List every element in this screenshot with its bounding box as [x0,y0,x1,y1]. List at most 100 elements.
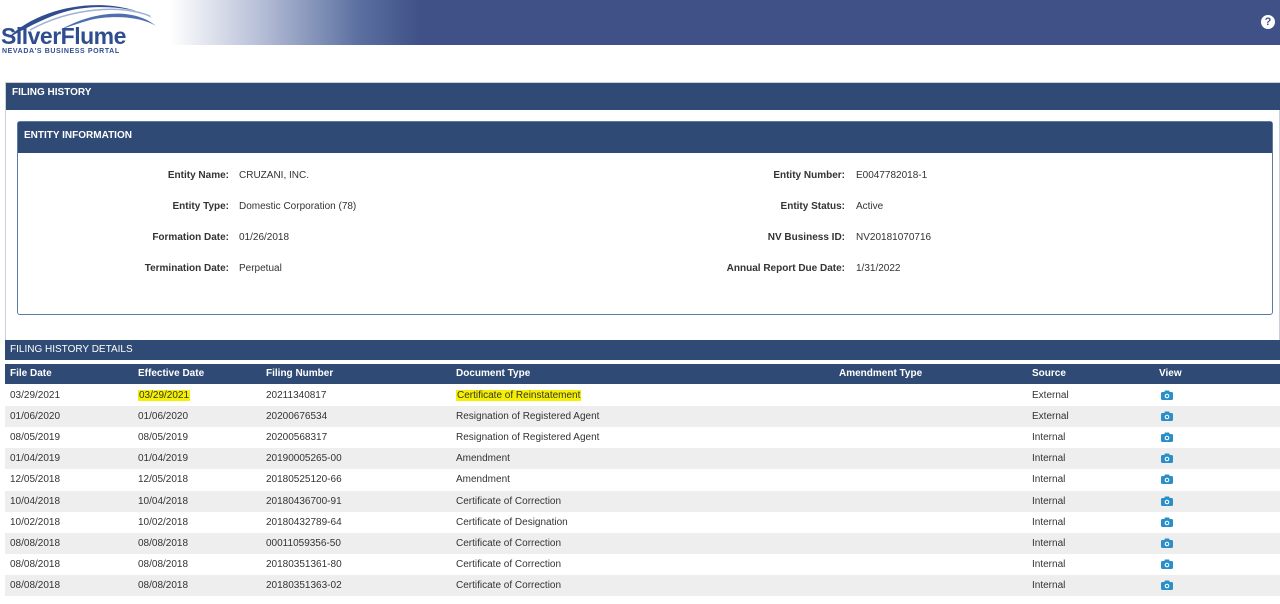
filing-history-title: FILING HISTORY [6,83,1280,110]
cell-file-date: 08/08/2018 [10,537,61,549]
table-row: 08/05/2019 08/05/2019 20200568317 Resignati… [5,427,1280,448]
cell-file-date: 08/08/2018 [10,558,61,570]
cell-document-type: Certificate of Reinstatement [456,385,582,406]
cell-source: Internal [1032,558,1066,570]
cell-filing-number: 20211340817 [266,390,327,401]
cell-effective-date: 08/08/2018 [138,558,189,570]
camera-icon[interactable] [1161,580,1173,590]
cell-filing-number: 20180525120-66 [266,474,342,486]
cell-source: Internal [1032,516,1066,528]
cell-effective-date: 10/02/2018 [138,516,189,528]
cell-file-date: 08/05/2019 [10,432,61,444]
cell-document-type: Certificate of Correction [456,537,562,549]
camera-icon[interactable] [1161,517,1173,527]
cell-filing-number: 00011059356-50 [266,537,341,549]
cell-filing-number: 20180351363-02 [266,579,342,591]
entity-field-label: NV Business ID: [767,232,845,243]
column-header-view[interactable]: View [1159,364,1182,384]
table-row: 12/05/2018 12/05/2018 20180525120-66 Amendm… [5,469,1280,490]
cell-source: Internal [1032,579,1066,591]
camera-icon[interactable] [1161,453,1173,464]
logo-text: SilverFlume [1,23,126,49]
entity-field-value: Perpetual [239,263,282,274]
cell-source: Internal [1032,537,1066,549]
camera-icon[interactable] [1161,496,1173,506]
cell-filing-number: 20200676534 [266,411,328,423]
cell-effective-date: 01/06/2020 [138,411,189,423]
table-row: 08/08/2018 08/08/2018 00011059356-50 Certif… [5,532,1280,554]
entity-information-title: ENTITY INFORMATION [18,122,1272,153]
cell-effective-date: 03/29/2021 [138,385,191,406]
entity-field-value: CRUZANI, INC. [239,170,309,181]
cell-document-type: Certificate of Designation [456,516,568,528]
entity-field-value: E0047782018-1 [856,170,928,181]
cell-document-type: Resignation of Registered Agent [456,411,600,423]
entity-field-value: NV20181070716 [856,232,932,243]
entity-information-panel: ENTITY INFORMATION Entity Name: CRUZANI, … [17,121,1273,315]
table-header: File Date Effective Date Filing Number D… [5,364,1280,384]
entity-field-value: 1/31/2022 [856,263,901,274]
cell-file-date: 10/02/2018 [10,516,61,528]
cell-file-date: 10/04/2018 [10,495,61,507]
cell-document-type: Certificate of Correction [456,558,562,570]
cell-source: External [1032,390,1069,401]
camera-icon[interactable] [1161,474,1173,485]
table-row: 08/08/2018 08/08/2018 20180351361-80 Certif… [5,554,1280,575]
table-row: 10/02/2018 10/02/2018 20180432789-64 Certif… [5,512,1280,533]
cell-document-type: Amendment [456,474,510,486]
highlighted-text: Certificate of Reinstatement [456,390,582,401]
entity-field-label: Annual Report Due Date: [726,263,845,274]
cell-effective-date: 08/08/2018 [138,579,189,591]
cell-source: Internal [1032,474,1066,486]
cell-filing-number: 20180436700-91 [266,495,342,507]
column-header-amendment-type[interactable]: Amendment Type [839,364,922,384]
cell-document-type: Certificate of Correction [456,495,562,507]
entity-field-value: 01/26/2018 [239,232,290,243]
table-row: 01/06/2020 01/06/2020 20200676534 Resignati… [5,406,1280,428]
cell-file-date: 03/29/2021 [10,390,61,401]
cell-document-type: Certificate of Correction [456,579,562,591]
cell-file-date: 08/08/2018 [10,579,61,591]
table-row: 01/04/2019 01/04/2019 20190005265-00 Amendm… [5,448,1280,470]
cell-file-date: 01/04/2019 [10,453,61,465]
table-row: 08/08/2018 08/08/2018 20180351363-02 Certif… [5,574,1280,596]
cell-filing-number: 20200568317 [266,432,328,444]
cell-filing-number: 20180351361-80 [266,558,342,570]
cell-source: Internal [1032,432,1066,444]
entity-field-label: Termination Date: [144,263,229,274]
camera-icon[interactable] [1161,559,1173,569]
cell-effective-date: 01/04/2019 [138,453,189,465]
cell-file-date: 01/06/2020 [10,411,61,423]
entity-field-label: Entity Name: [167,170,229,181]
camera-icon[interactable] [1161,390,1173,400]
column-header-effective-date[interactable]: Effective Date [138,364,204,384]
table-row: 10/04/2018 10/04/2018 20180436700-91 Certif… [5,490,1280,512]
camera-icon[interactable] [1161,411,1173,422]
cell-document-type: Amendment [456,453,510,465]
entity-field-label: Entity Type: [172,201,229,212]
camera-icon[interactable] [1161,538,1173,548]
filing-history-details-title: FILING HISTORY DETAILS [5,340,1280,360]
silverflume-logo[interactable]: SilverFlume NEVADA'S BUSINESS PORTAL [0,0,175,60]
cell-source: External [1032,411,1069,423]
cell-filing-number: 20190005265-00 [266,453,342,465]
entity-field-label: Entity Status: [780,201,845,212]
column-header-source[interactable]: Source [1032,364,1066,384]
column-header-file-date[interactable]: File Date [10,364,52,384]
help-icon[interactable]: ? [1261,15,1275,29]
cell-document-type: Resignation of Registered Agent [456,432,600,444]
cell-effective-date: 08/05/2019 [138,432,189,444]
cell-filing-number: 20180432789-64 [266,516,342,528]
column-header-document-type[interactable]: Document Type [456,364,530,384]
cell-source: Internal [1032,453,1066,465]
entity-field-value: Domestic Corporation (78) [239,201,357,212]
cell-effective-date: 10/04/2018 [138,495,189,507]
logo-subtitle: NEVADA'S BUSINESS PORTAL [2,48,120,55]
cell-effective-date: 12/05/2018 [138,474,189,486]
camera-icon[interactable] [1161,432,1173,443]
entity-field-label: Formation Date: [152,232,229,243]
table-row: 03/29/2021 03/29/2021 20211340817 Certifica… [5,385,1280,406]
column-header-filing-number[interactable]: Filing Number [266,364,333,384]
highlighted-text: 03/29/2021 [138,390,191,401]
cell-source: Internal [1032,495,1066,507]
